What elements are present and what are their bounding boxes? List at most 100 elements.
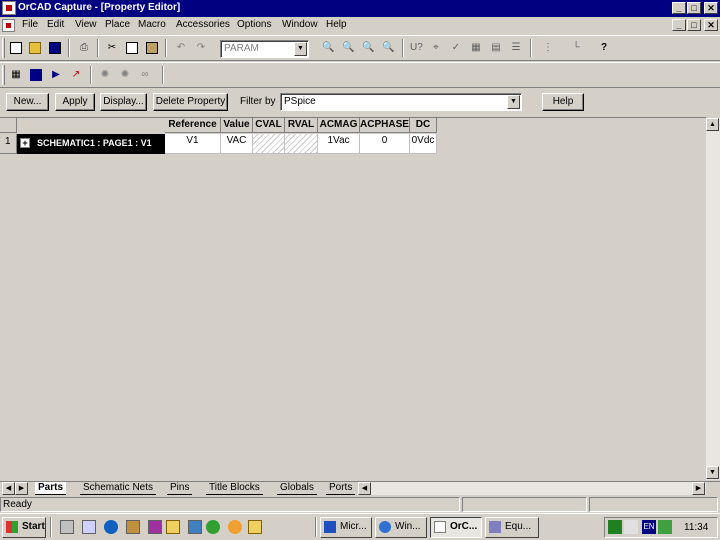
chevron-down-icon[interactable]: ▼: [294, 42, 307, 56]
explorer-icon[interactable]: [82, 520, 96, 534]
network-icon[interactable]: [188, 520, 202, 534]
task-equation[interactable]: Equ...: [485, 517, 539, 538]
cell-dc[interactable]: 0Vdc: [410, 134, 437, 154]
column-header-acmag[interactable]: ACMAG: [318, 118, 360, 133]
menu-place[interactable]: Place: [105, 19, 130, 30]
child-minimize-button[interactable]: _: [672, 19, 686, 31]
expand-icon[interactable]: +: [20, 138, 30, 148]
column-header-acphase[interactable]: ACPHASE: [360, 118, 410, 133]
browser-icon[interactable]: [206, 520, 220, 534]
zoom-area-icon[interactable]: 🔍: [360, 40, 376, 56]
column-header-value[interactable]: Value: [221, 118, 253, 133]
cut-icon[interactable]: ✂: [104, 40, 120, 56]
grid-corner[interactable]: [0, 118, 17, 133]
scroll-left-icon[interactable]: ◀: [358, 482, 371, 495]
folder-icon-2[interactable]: [248, 520, 262, 534]
menu-accessories[interactable]: Accessories: [176, 19, 230, 30]
help-button[interactable]: Help: [542, 93, 584, 111]
tab-parts[interactable]: Parts: [35, 482, 67, 495]
menu-help[interactable]: Help: [326, 19, 347, 30]
apply-button[interactable]: Apply: [55, 93, 95, 111]
redo-icon[interactable]: ↷: [193, 40, 209, 56]
chevron-down-icon[interactable]: ▼: [507, 95, 520, 109]
zoom-in-icon[interactable]: 🔍: [320, 40, 336, 56]
back-annotate-icon[interactable]: ⌖: [428, 40, 444, 56]
tab-globals[interactable]: Globals: [277, 482, 317, 495]
menu-edit[interactable]: Edit: [47, 19, 64, 30]
filter-combo[interactable]: PSpice ▼: [280, 93, 522, 111]
child-close-button[interactable]: ✕: [704, 19, 718, 31]
zoom-all-icon[interactable]: 🔍: [380, 40, 396, 56]
table-row-header[interactable]: + SCHEMATIC1 : PAGE1 : V1: [17, 134, 165, 154]
scroll-down-icon[interactable]: ▼: [706, 466, 719, 479]
column-header-reference[interactable]: Reference: [165, 118, 221, 133]
clock[interactable]: 11:34: [684, 522, 708, 533]
help-icon[interactable]: ?: [596, 40, 612, 56]
run-icon[interactable]: ▶: [48, 67, 64, 83]
voltage-marker-icon[interactable]: ✺: [97, 67, 113, 83]
child-window-icon[interactable]: [2, 19, 15, 32]
menu-file[interactable]: File: [22, 19, 38, 30]
zoom-out-icon[interactable]: 🔍: [340, 40, 356, 56]
tab-pins[interactable]: Pins: [167, 482, 193, 495]
task-windows[interactable]: Win...: [375, 517, 427, 538]
vertical-scrollbar[interactable]: [706, 118, 720, 480]
cell-value[interactable]: VAC: [221, 134, 253, 154]
scroll-up-icon[interactable]: ▲: [706, 118, 719, 131]
menu-macro[interactable]: Macro: [138, 19, 166, 30]
tray-app-icon[interactable]: [608, 520, 622, 534]
tab-title-blocks[interactable]: Title Blocks: [206, 482, 263, 495]
cell-acphase[interactable]: 0: [360, 134, 410, 154]
scroll-right-icon[interactable]: ▶: [692, 482, 705, 495]
display-button[interactable]: Display...: [100, 93, 147, 111]
view-results-icon[interactable]: ↗: [68, 67, 84, 83]
tab-ports[interactable]: Ports: [326, 482, 356, 495]
paste-icon[interactable]: [144, 40, 160, 56]
copy-icon[interactable]: [124, 40, 140, 56]
task-word[interactable]: Micr...: [320, 517, 372, 538]
open-folder-icon[interactable]: [27, 40, 43, 56]
start-button[interactable]: Start: [2, 517, 46, 538]
child-restore-button[interactable]: □: [687, 19, 701, 31]
current-marker-icon[interactable]: ✺: [117, 67, 133, 83]
netlist-icon[interactable]: ▦: [468, 40, 484, 56]
project-manager-icon[interactable]: └: [568, 40, 584, 56]
internet-explorer-icon[interactable]: [104, 520, 118, 534]
cell-reference[interactable]: V1: [165, 134, 221, 154]
menu-window[interactable]: Window: [282, 19, 318, 30]
snap-to-grid-icon[interactable]: ⋮: [540, 40, 556, 56]
task-orcad[interactable]: OrC...: [430, 517, 482, 538]
desktop-icon[interactable]: [60, 520, 74, 534]
menu-options[interactable]: Options: [237, 19, 271, 30]
tab-schematic-nets[interactable]: Schematic Nets: [80, 482, 157, 495]
media-icon[interactable]: [148, 520, 162, 534]
new-property-button[interactable]: New...: [6, 93, 49, 111]
language-indicator[interactable]: EN: [642, 520, 656, 534]
cross-reference-icon[interactable]: ▤: [488, 40, 504, 56]
horizontal-scrollbar[interactable]: [358, 482, 706, 495]
menu-view[interactable]: View: [75, 19, 97, 30]
drc-icon[interactable]: ✓: [448, 40, 464, 56]
tab-scroll-left-icon[interactable]: ◀: [2, 482, 15, 495]
column-header-dc[interactable]: DC: [410, 118, 437, 133]
part-combo[interactable]: PARAM ▼: [220, 40, 309, 58]
print-icon[interactable]: ⎙: [76, 40, 92, 56]
toolbar-grip[interactable]: [2, 38, 5, 58]
new-file-icon[interactable]: [8, 40, 24, 56]
power-marker-icon[interactable]: ∞: [137, 67, 153, 83]
column-header-cval[interactable]: CVAL: [253, 118, 285, 133]
delete-property-button[interactable]: Delete Property: [153, 93, 228, 111]
app-shortcut-icon[interactable]: [126, 520, 140, 534]
volume-icon[interactable]: [624, 520, 638, 534]
network-tray-icon[interactable]: [658, 520, 672, 534]
orcad-app-icon[interactable]: [2, 1, 16, 15]
undo-icon[interactable]: ↶: [173, 40, 189, 56]
minimize-button[interactable]: _: [672, 2, 686, 14]
cell-cval[interactable]: [253, 134, 285, 154]
toolbar-grip[interactable]: [2, 65, 5, 85]
close-button[interactable]: ✕: [704, 2, 718, 14]
new-simulation-icon[interactable]: ▦: [8, 67, 24, 83]
folder-icon[interactable]: [166, 520, 180, 534]
cell-rval[interactable]: [285, 134, 318, 154]
maximize-button[interactable]: □: [687, 2, 701, 14]
